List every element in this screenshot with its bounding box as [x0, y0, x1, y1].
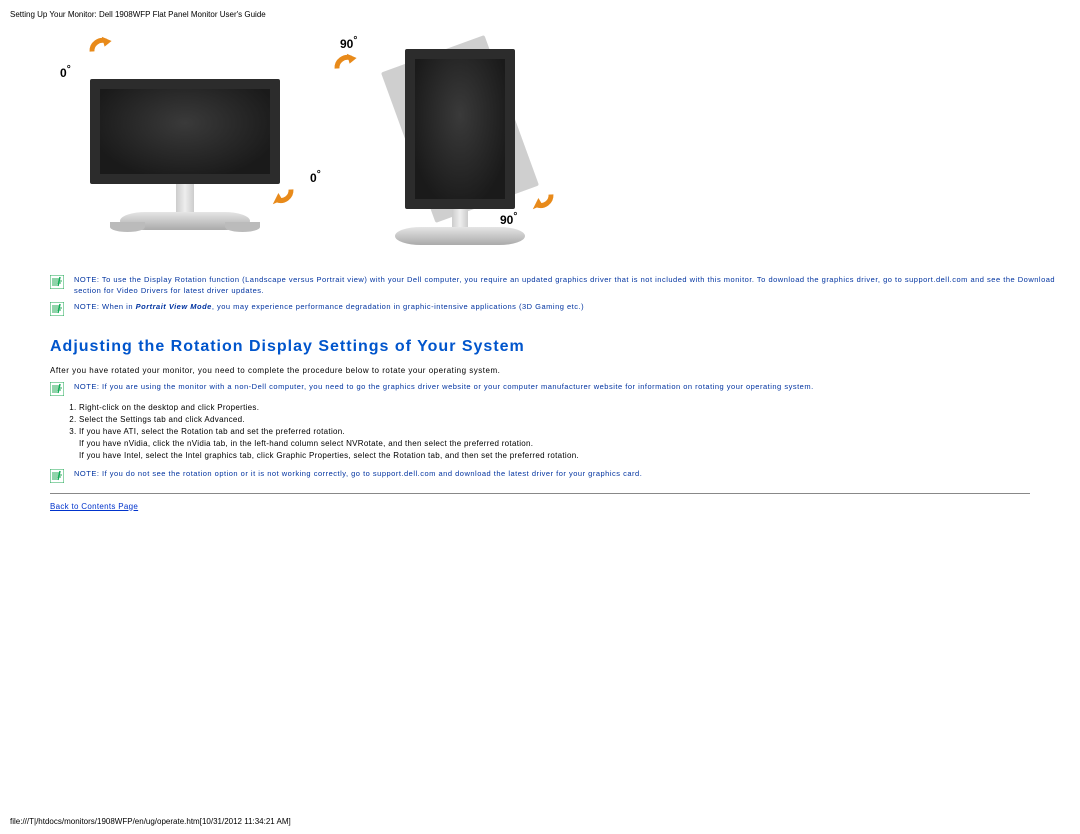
rotation-diagram: 0° 0° 90° 90° — [50, 29, 570, 254]
note-text: NOTE: When in Portrait View Mode, you ma… — [74, 301, 1070, 312]
rotation-arrow-icon — [330, 51, 358, 79]
step-item: Select the Settings tab and click Advanc… — [79, 414, 1070, 426]
note-text: NOTE: If you do not see the rotation opt… — [74, 468, 1070, 479]
degree-label-0: 0° — [310, 169, 321, 185]
note-row: NOTE: If you do not see the rotation opt… — [50, 468, 1070, 483]
monitor-landscape-icon — [90, 79, 280, 242]
note-row: NOTE: When in Portrait View Mode, you ma… — [50, 301, 1070, 316]
steps-list: Right-click on the desktop and click Pro… — [65, 402, 1070, 462]
rotation-arrow-icon — [85, 34, 113, 62]
step-item: If you have ATI, select the Rotation tab… — [79, 426, 1070, 462]
rotation-arrow-icon — [270, 179, 298, 207]
rotation-arrow-icon — [530, 184, 558, 212]
note-text: NOTE: To use the Display Rotation functi… — [74, 274, 1070, 297]
note-text: NOTE: If you are using the monitor with … — [74, 381, 1070, 392]
divider — [50, 493, 1030, 494]
intro-text: After you have rotated your monitor, you… — [50, 366, 1070, 375]
note-icon — [50, 275, 64, 289]
note-icon — [50, 469, 64, 483]
footer-path: file:///T|/htdocs/monitors/1908WFP/en/ug… — [10, 817, 291, 826]
section-heading: Adjusting the Rotation Display Settings … — [50, 338, 1070, 356]
back-to-contents-link[interactable]: Back to Contents Page — [50, 502, 138, 511]
degree-label-90: 90° — [340, 35, 357, 51]
degree-label-90: 90° — [500, 211, 517, 227]
page-header: Setting Up Your Monitor: Dell 1908WFP Fl… — [10, 10, 1070, 19]
step-item: Right-click on the desktop and click Pro… — [79, 402, 1070, 414]
note-icon — [50, 382, 64, 396]
note-row: NOTE: To use the Display Rotation functi… — [50, 274, 1070, 297]
note-row: NOTE: If you are using the monitor with … — [50, 381, 1070, 396]
degree-label-0: 0° — [60, 64, 71, 80]
note-icon — [50, 302, 64, 316]
